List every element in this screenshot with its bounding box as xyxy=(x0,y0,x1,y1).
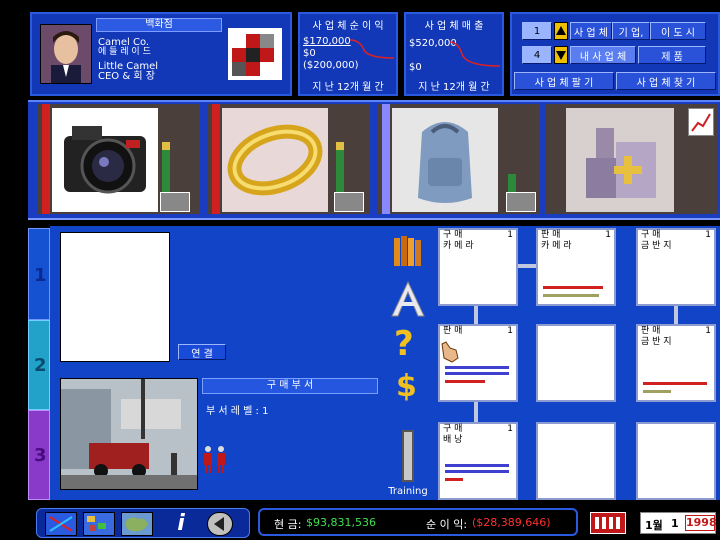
date-year: 1998 xyxy=(685,515,717,531)
profit-trend-line xyxy=(350,39,394,59)
product-slot-cosmetics[interactable] xyxy=(546,104,718,214)
help-icon[interactable]: ? xyxy=(394,326,414,362)
sales-bar xyxy=(162,142,170,192)
profit-high-label: $170,000 xyxy=(303,36,351,47)
product-slot-backpack[interactable] xyxy=(378,104,540,214)
sell-business-button[interactable]: 사 업 체 팔 기 xyxy=(514,72,614,90)
department-panel: 구 매 부 서 부 서 레 벨 : 1 xyxy=(50,372,382,500)
divider xyxy=(28,218,720,226)
connector xyxy=(474,304,478,324)
city-map-icon[interactable] xyxy=(83,512,115,536)
ceo-title: CEO & 회 장 xyxy=(98,71,155,82)
training-label: Training xyxy=(388,486,428,497)
hand-cursor-icon xyxy=(436,338,462,367)
money-panel: 현 금: $93,831,536 순 이 익: ($28,389,646) xyxy=(258,508,578,536)
back-icon[interactable] xyxy=(207,512,233,536)
connector xyxy=(474,402,478,422)
advertising-icon[interactable] xyxy=(390,280,426,321)
inventory-bar xyxy=(382,104,390,214)
date-day: 1 xyxy=(671,517,679,530)
stock-box xyxy=(506,192,536,212)
company-panel: 백화점 Camel Co. 에 들 레 이 드 Little Camel CEO… xyxy=(30,12,292,96)
ring-icon xyxy=(222,108,328,212)
my-business-button[interactable]: 내 사 업 체 xyxy=(570,46,636,64)
link-panel: 연 결 xyxy=(50,226,382,372)
unit-cell-2[interactable]: 판 매1 카 메 라 xyxy=(536,228,616,306)
tab-1[interactable]: 1 xyxy=(28,228,50,320)
sales-bar xyxy=(336,142,344,192)
product-slot-camera[interactable] xyxy=(38,104,200,214)
city-button[interactable]: 이 도 시 xyxy=(650,22,706,40)
unit-cell-1[interactable]: 구 매1 카 메 라 xyxy=(438,228,518,306)
sales-period: 지 난 12개 월 간 xyxy=(418,82,490,93)
training-meter-icon[interactable] xyxy=(402,430,414,482)
date-month: 1월 xyxy=(645,519,663,532)
connector-gap xyxy=(618,264,636,268)
trend-chart-icon[interactable] xyxy=(688,108,714,136)
toolbar: i xyxy=(36,508,250,538)
books-icon[interactable] xyxy=(392,232,424,271)
link-button[interactable]: 연 결 xyxy=(178,344,226,360)
unit-grid: 구 매1 카 메 라 판 매1 카 메 라 구 매1 금 반 지 판 매1 판 … xyxy=(434,226,720,500)
world-map-icon[interactable] xyxy=(121,512,153,536)
tool-column: ? $ Training xyxy=(382,226,434,500)
finance-icon[interactable]: $ xyxy=(396,370,417,404)
net-profit-label: 순 이 익: xyxy=(426,518,468,531)
draw-icon[interactable] xyxy=(45,512,77,536)
inventory-bar xyxy=(42,104,50,214)
page-number-bottom: 4 xyxy=(522,46,552,64)
stock-box xyxy=(334,192,364,212)
stock-box xyxy=(160,192,190,212)
department-title: 구 매 부 서 xyxy=(202,378,378,394)
down-arrow-icon[interactable] xyxy=(554,46,568,64)
business-button[interactable]: 사 업 체 xyxy=(570,22,612,40)
profit-period: 지 난 12개 월 간 xyxy=(312,82,384,93)
sales-chart-title: 사 업 체 매 출 xyxy=(424,21,484,32)
cosmetics-icon xyxy=(566,108,674,212)
cash-label: 현 금: xyxy=(274,518,302,531)
link-preview[interactable] xyxy=(60,232,170,362)
page-number-top: 1 xyxy=(522,22,552,40)
sales-trend-line xyxy=(450,41,500,67)
unit-cell-5[interactable] xyxy=(536,324,616,402)
sales-chart-panel[interactable]: 사 업 체 매 출 $520,000 $0 지 난 12개 월 간 xyxy=(404,12,504,96)
net-profit-value: ($28,389,646) xyxy=(472,516,551,529)
tab-2[interactable]: 2 xyxy=(28,320,50,410)
staff-icon xyxy=(202,444,230,477)
profit-zero-label: $0 xyxy=(303,48,316,59)
up-arrow-icon[interactable] xyxy=(554,22,568,40)
warehouse-image xyxy=(60,378,198,490)
find-business-button[interactable]: 사 업 체 찾 기 xyxy=(616,72,716,90)
camera-icon xyxy=(52,108,158,212)
company-button[interactable]: 기 업, xyxy=(612,22,650,40)
product-slot-ring[interactable] xyxy=(208,104,370,214)
date-display: 1월 1 1998 xyxy=(640,512,717,534)
company-type-label: 백화점 xyxy=(96,18,222,32)
speed-control-icon[interactable] xyxy=(590,512,626,534)
unit-cell-8[interactable] xyxy=(536,422,616,500)
sales-bar xyxy=(508,174,516,192)
info-icon[interactable]: i xyxy=(167,511,195,537)
inventory-bar xyxy=(212,104,220,214)
connector xyxy=(674,304,678,324)
product-button[interactable]: 제 품 xyxy=(638,46,706,64)
company-name-kr: 에 들 레 이 드 xyxy=(98,47,151,57)
backpack-icon xyxy=(392,108,498,212)
profit-chart-panel[interactable]: 사 업 체 순 이 익 $170,000 $0 ($200,000) 지 난 1… xyxy=(298,12,398,96)
sales-zero-label: $0 xyxy=(409,62,422,73)
unit-cell-6[interactable]: 판 매1 금 반 지 xyxy=(636,324,716,402)
ceo-portrait[interactable] xyxy=(40,24,92,84)
unit-cell-9[interactable] xyxy=(636,422,716,500)
navigation-panel: 1 사 업 체 기 업, 이 도 시 4 내 사 업 체 제 품 사 업 체 팔… xyxy=(510,12,720,96)
cash-value: $93,831,536 xyxy=(306,516,376,529)
unit-cell-3[interactable]: 구 매1 금 반 지 xyxy=(636,228,716,306)
unit-cell-7[interactable]: 구 매1 배 낭 xyxy=(438,422,518,500)
company-logo-icon[interactable] xyxy=(228,28,282,80)
profit-chart-title: 사 업 체 순 이 익 xyxy=(312,21,384,32)
department-level: 부 서 레 벨 : 1 xyxy=(206,406,269,417)
connector xyxy=(516,264,536,268)
tab-3[interactable]: 3 xyxy=(28,410,50,500)
